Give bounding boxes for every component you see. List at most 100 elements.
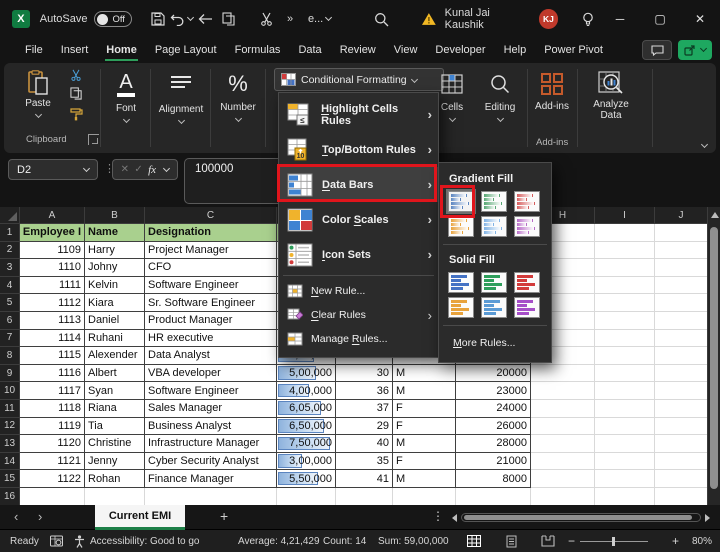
cell-C2[interactable]: Project Manager xyxy=(145,242,277,260)
cell-G11[interactable]: 24000 xyxy=(456,400,531,418)
cell-E9[interactable]: 30 xyxy=(336,365,393,383)
collapse-ribbon-icon[interactable] xyxy=(701,141,708,148)
cell-I13[interactable] xyxy=(595,435,655,453)
cell-B1[interactable]: Name xyxy=(85,224,145,242)
menu-item-manage-rules[interactable]: Manage Rules... xyxy=(279,327,438,351)
column-header-C[interactable]: C xyxy=(145,207,277,224)
cell-A10[interactable]: 1117 xyxy=(20,382,85,400)
format-painter-button[interactable] xyxy=(62,107,90,121)
cell-F13[interactable]: M xyxy=(393,435,456,453)
cell-C14[interactable]: Cyber Security Analyst xyxy=(145,453,277,471)
cell-A15[interactable]: 1122 xyxy=(20,470,85,488)
vertical-scroll-thumb[interactable] xyxy=(710,227,718,489)
row-header-7[interactable]: 7 xyxy=(0,330,20,348)
cell-I12[interactable] xyxy=(595,418,655,436)
accessibility-status[interactable]: Accessibility: Good to go xyxy=(74,530,200,552)
cell-D14[interactable]: 3,00,000 xyxy=(277,453,336,471)
cell-B16[interactable] xyxy=(85,488,145,506)
cell-B7[interactable]: Ruhani xyxy=(85,330,145,348)
cell-B9[interactable]: Albert xyxy=(85,365,145,383)
avatar[interactable]: KJ xyxy=(539,9,559,29)
name-box[interactable]: D2 xyxy=(8,159,98,180)
add-sheet-button[interactable]: + xyxy=(220,508,228,524)
scroll-up-icon[interactable] xyxy=(711,212,719,218)
cell-I4[interactable] xyxy=(595,277,655,295)
menu-item-clear-rules[interactable]: Clear Rules › xyxy=(279,303,438,327)
gradient-data-bar-swatch-1[interactable] xyxy=(448,216,474,237)
cell-A8[interactable]: 1115 xyxy=(20,347,85,365)
cell-A12[interactable]: 1119 xyxy=(20,418,85,436)
tab-page-layout[interactable]: Page Layout xyxy=(146,40,226,61)
next-sheet-icon[interactable]: › xyxy=(38,509,42,524)
cell-G9[interactable]: 20000 xyxy=(456,365,531,383)
gradient-data-bar-swatch-2[interactable] xyxy=(481,191,507,212)
status-count[interactable]: Count: 14 xyxy=(323,530,366,552)
cell-E10[interactable]: 36 xyxy=(336,382,393,400)
cancel-icon[interactable]: ✕ xyxy=(121,164,129,175)
menu-item-top-bottom-rules[interactable]: 10 Top/Bottom Rules › xyxy=(279,132,438,167)
undo-icon[interactable] xyxy=(170,7,194,31)
cell-A2[interactable]: 1109 xyxy=(20,242,85,260)
close-button[interactable]: ✕ xyxy=(680,0,720,38)
cell-A9[interactable]: 1116 xyxy=(20,365,85,383)
cell-C15[interactable]: Finance Manager xyxy=(145,470,277,488)
row-header-12[interactable]: 12 xyxy=(0,418,20,436)
cell-B10[interactable]: Syan xyxy=(85,382,145,400)
cell-F11[interactable]: F xyxy=(393,400,456,418)
tab-options-icon[interactable]: ⋮ xyxy=(432,509,444,523)
select-all-corner[interactable] xyxy=(0,207,20,224)
row-header-5[interactable]: 5 xyxy=(0,294,20,312)
cell-E11[interactable]: 37 xyxy=(336,400,393,418)
fx-dropdown-icon[interactable] xyxy=(163,164,170,171)
tab-help[interactable]: Help xyxy=(495,40,536,61)
cell-H14[interactable] xyxy=(531,453,595,471)
paste-dropdown-icon[interactable] xyxy=(34,111,41,118)
comments-button[interactable] xyxy=(642,40,672,60)
row-header-1[interactable]: 1 xyxy=(0,224,20,242)
cell-A16[interactable] xyxy=(20,488,85,506)
cell-F12[interactable]: F xyxy=(393,418,456,436)
cell-J13[interactable] xyxy=(655,435,708,453)
cell-B4[interactable]: Kelvin xyxy=(85,277,145,295)
cell-E15[interactable]: 41 xyxy=(336,470,393,488)
cell-B14[interactable]: Jenny xyxy=(85,453,145,471)
row-header-2[interactable]: 2 xyxy=(0,242,20,260)
cell-G16[interactable] xyxy=(456,488,531,506)
status-sum[interactable]: Sum: 59,00,000 xyxy=(378,530,449,552)
status-average[interactable]: Average: 4,21,429 xyxy=(238,530,320,552)
gradient-data-bar-swatch-3[interactable] xyxy=(514,216,540,237)
cell-D15[interactable]: 5,50,000 xyxy=(277,470,336,488)
cell-A14[interactable]: 1121 xyxy=(20,453,85,471)
cell-D16[interactable] xyxy=(277,488,336,506)
row-header-11[interactable]: 11 xyxy=(0,400,20,418)
menu-item-icon-sets[interactable]: Icon Sets › xyxy=(279,237,438,272)
cell-A13[interactable]: 1120 xyxy=(20,435,85,453)
vertical-scrollbar[interactable] xyxy=(707,207,720,505)
gradient-data-bar-swatch-2[interactable] xyxy=(481,216,507,237)
cell-H13[interactable] xyxy=(531,435,595,453)
tab-review[interactable]: Review xyxy=(331,40,385,61)
tab-data[interactable]: Data xyxy=(289,40,330,61)
cell-J4[interactable] xyxy=(655,277,708,295)
cell-B15[interactable]: Rohan xyxy=(85,470,145,488)
row-header-8[interactable]: 8 xyxy=(0,347,20,365)
back-arrow-icon[interactable] xyxy=(193,7,217,31)
cell-B3[interactable]: Johny xyxy=(85,259,145,277)
cell-B6[interactable]: Daniel xyxy=(85,312,145,330)
zoom-level[interactable]: 80% xyxy=(692,530,712,552)
number-group-button[interactable]: % Number xyxy=(212,69,264,121)
page-break-view-button[interactable] xyxy=(540,530,556,552)
cell-C13[interactable]: Infrastructure Manager xyxy=(145,435,277,453)
column-header-J[interactable]: J xyxy=(655,207,708,224)
cell-J2[interactable] xyxy=(655,242,708,260)
row-header-3[interactable]: 3 xyxy=(0,259,20,277)
cell-C3[interactable]: CFO xyxy=(145,259,277,277)
cell-E16[interactable] xyxy=(336,488,393,506)
cell-I14[interactable] xyxy=(595,453,655,471)
column-header-B[interactable]: B xyxy=(85,207,145,224)
cell-C7[interactable]: HR executive xyxy=(145,330,277,348)
cell-H16[interactable] xyxy=(531,488,595,506)
cell-H9[interactable] xyxy=(531,365,595,383)
cell-E12[interactable]: 29 xyxy=(336,418,393,436)
cell-C9[interactable]: VBA developer xyxy=(145,365,277,383)
